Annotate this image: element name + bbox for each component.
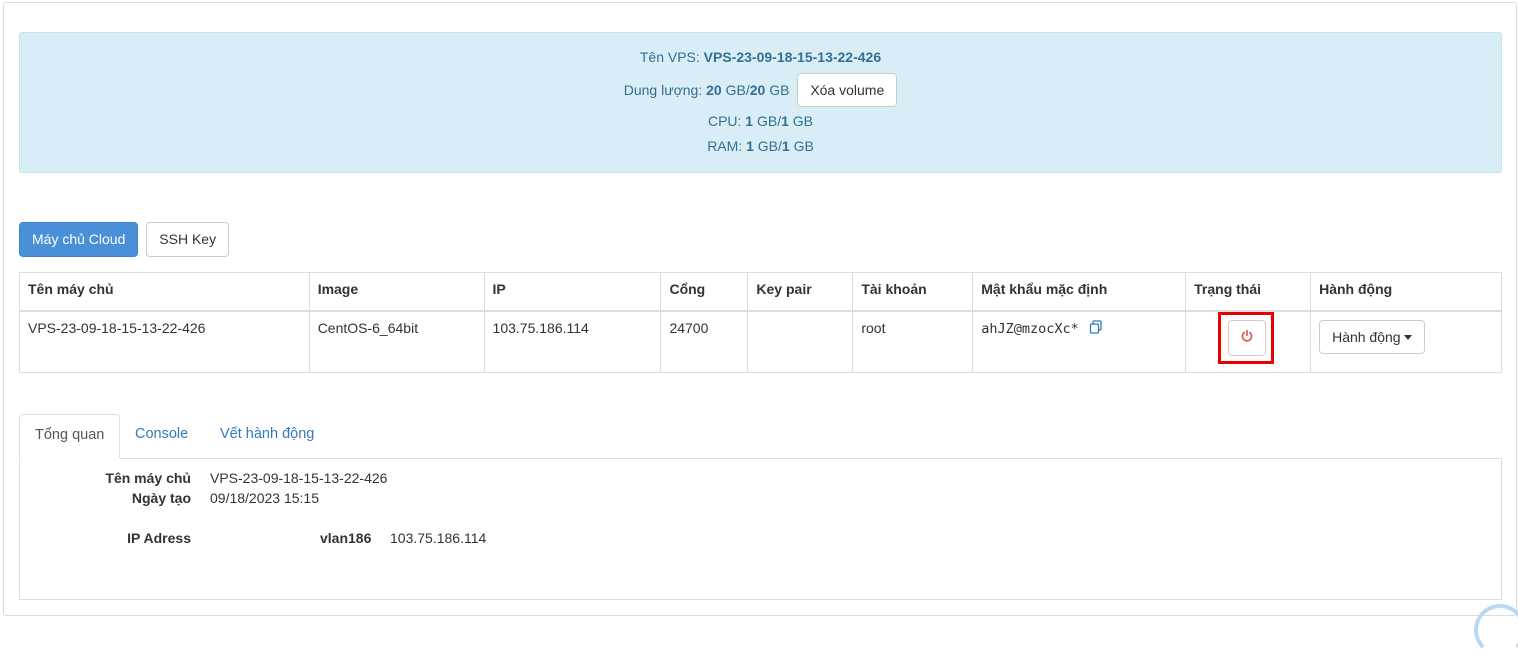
vps-name-value: VPS-23-09-18-15-13-22-426 [703,49,882,65]
storage-total: 20 [749,82,766,98]
ram-unit: GB [793,138,814,154]
cpu-line: CPU: 1 GB/1 GB [20,111,1501,131]
password-value: ahJZ@mzocXc* [981,320,1079,337]
header-account: Tài khoản [852,272,974,312]
power-icon [1240,329,1254,346]
cell-action: Hành động [1310,310,1502,373]
loading-spinner-icon [1474,604,1518,656]
copy-icon[interactable] [1089,320,1103,337]
cell-account: root [852,310,974,373]
cell-status [1185,310,1312,373]
cpu-label: CPU: [707,113,742,129]
action-dropdown-label: Hành động [1332,328,1401,345]
cloud-server-button[interactable]: Máy chủ Cloud [19,222,139,257]
vps-info-panel: Tên VPS: VPS-23-09-18-15-13-22-426 Dung … [19,32,1502,173]
storage-used: 20 [706,82,722,98]
action-dropdown-button[interactable]: Hành động [1319,319,1425,354]
power-button[interactable] [1228,319,1267,356]
status-highlight [1218,311,1275,364]
ram-used: 1 [746,138,754,154]
overview-panel: Tên máy chủ VPS-23-09-18-15-13-22-426 Ng… [19,458,1502,600]
storage-unit: GB [769,82,790,98]
vps-table: Tên máy chủ Image IP Cổng Key pair Tài k… [19,272,1502,373]
ram-line: RAM: 1 GB/1 GB [20,136,1501,156]
ram-total: 1 [781,138,790,154]
ip-address-label: IP Adress [127,530,191,546]
cpu-sep: GB/ [756,113,782,129]
cpu-total: 1 [781,113,789,129]
vlan-name: vlan186 [320,530,372,546]
vlan-ip: 103.75.186.114 [390,530,487,546]
server-name-label: Tên máy chủ [105,470,191,486]
delete-volume-button[interactable]: Xóa volume [797,73,898,107]
ssh-key-button[interactable]: SSH Key [146,222,230,257]
table-header-row: Tên máy chủ Image IP Cổng Key pair Tài k… [19,272,1502,312]
table-row: VPS-23-09-18-15-13-22-426 CentOS-6_64bit… [19,310,1502,373]
created-label: Ngày tạo [131,490,191,506]
header-default-password: Mật khẩu mặc định [972,272,1187,312]
cell-port: 24700 [660,310,749,373]
server-name-value: VPS-23-09-18-15-13-22-426 [210,470,388,486]
created-value: 09/18/2023 15:15 [210,490,319,506]
header-port: Cổng [660,272,749,312]
header-key-pair: Key pair [747,272,854,312]
tab-console[interactable]: Console [120,414,203,459]
tab-action-log[interactable]: Vết hành động [205,414,329,459]
section-toolbar: Máy chủ Cloud SSH Key [19,222,233,257]
storage-sep: GB/ [725,82,750,98]
header-image: Image [308,272,485,312]
storage-label: Dung lượng: [623,82,703,98]
header-action: Hành động [1310,272,1502,312]
caret-down-icon [1403,335,1412,341]
cell-ip: 103.75.186.114 [483,310,662,373]
cpu-unit: GB [792,113,814,129]
ram-label: RAM: [707,138,743,154]
cell-password: ahJZ@mzocXc* [972,310,1187,373]
vps-name-label: Tên VPS: [639,49,700,65]
detail-tabs: Tổng quan Console Vết hành động [19,414,1502,459]
storage-line: Dung lượng: 20 GB/20 GB Xóa volume [20,73,1501,107]
ram-sep: GB/ [757,138,782,154]
cell-image: CentOS-6_64bit [308,310,485,373]
cell-server-name: VPS-23-09-18-15-13-22-426 [19,310,310,373]
header-ip: IP [483,272,662,312]
header-status: Trạng thái [1185,272,1312,312]
header-server-name: Tên máy chủ [19,272,310,312]
cell-key-pair [747,310,854,373]
tab-overview[interactable]: Tổng quan [19,414,121,459]
cpu-used: 1 [745,113,754,129]
vps-name-line: Tên VPS: VPS-23-09-18-15-13-22-426 [20,47,1501,67]
